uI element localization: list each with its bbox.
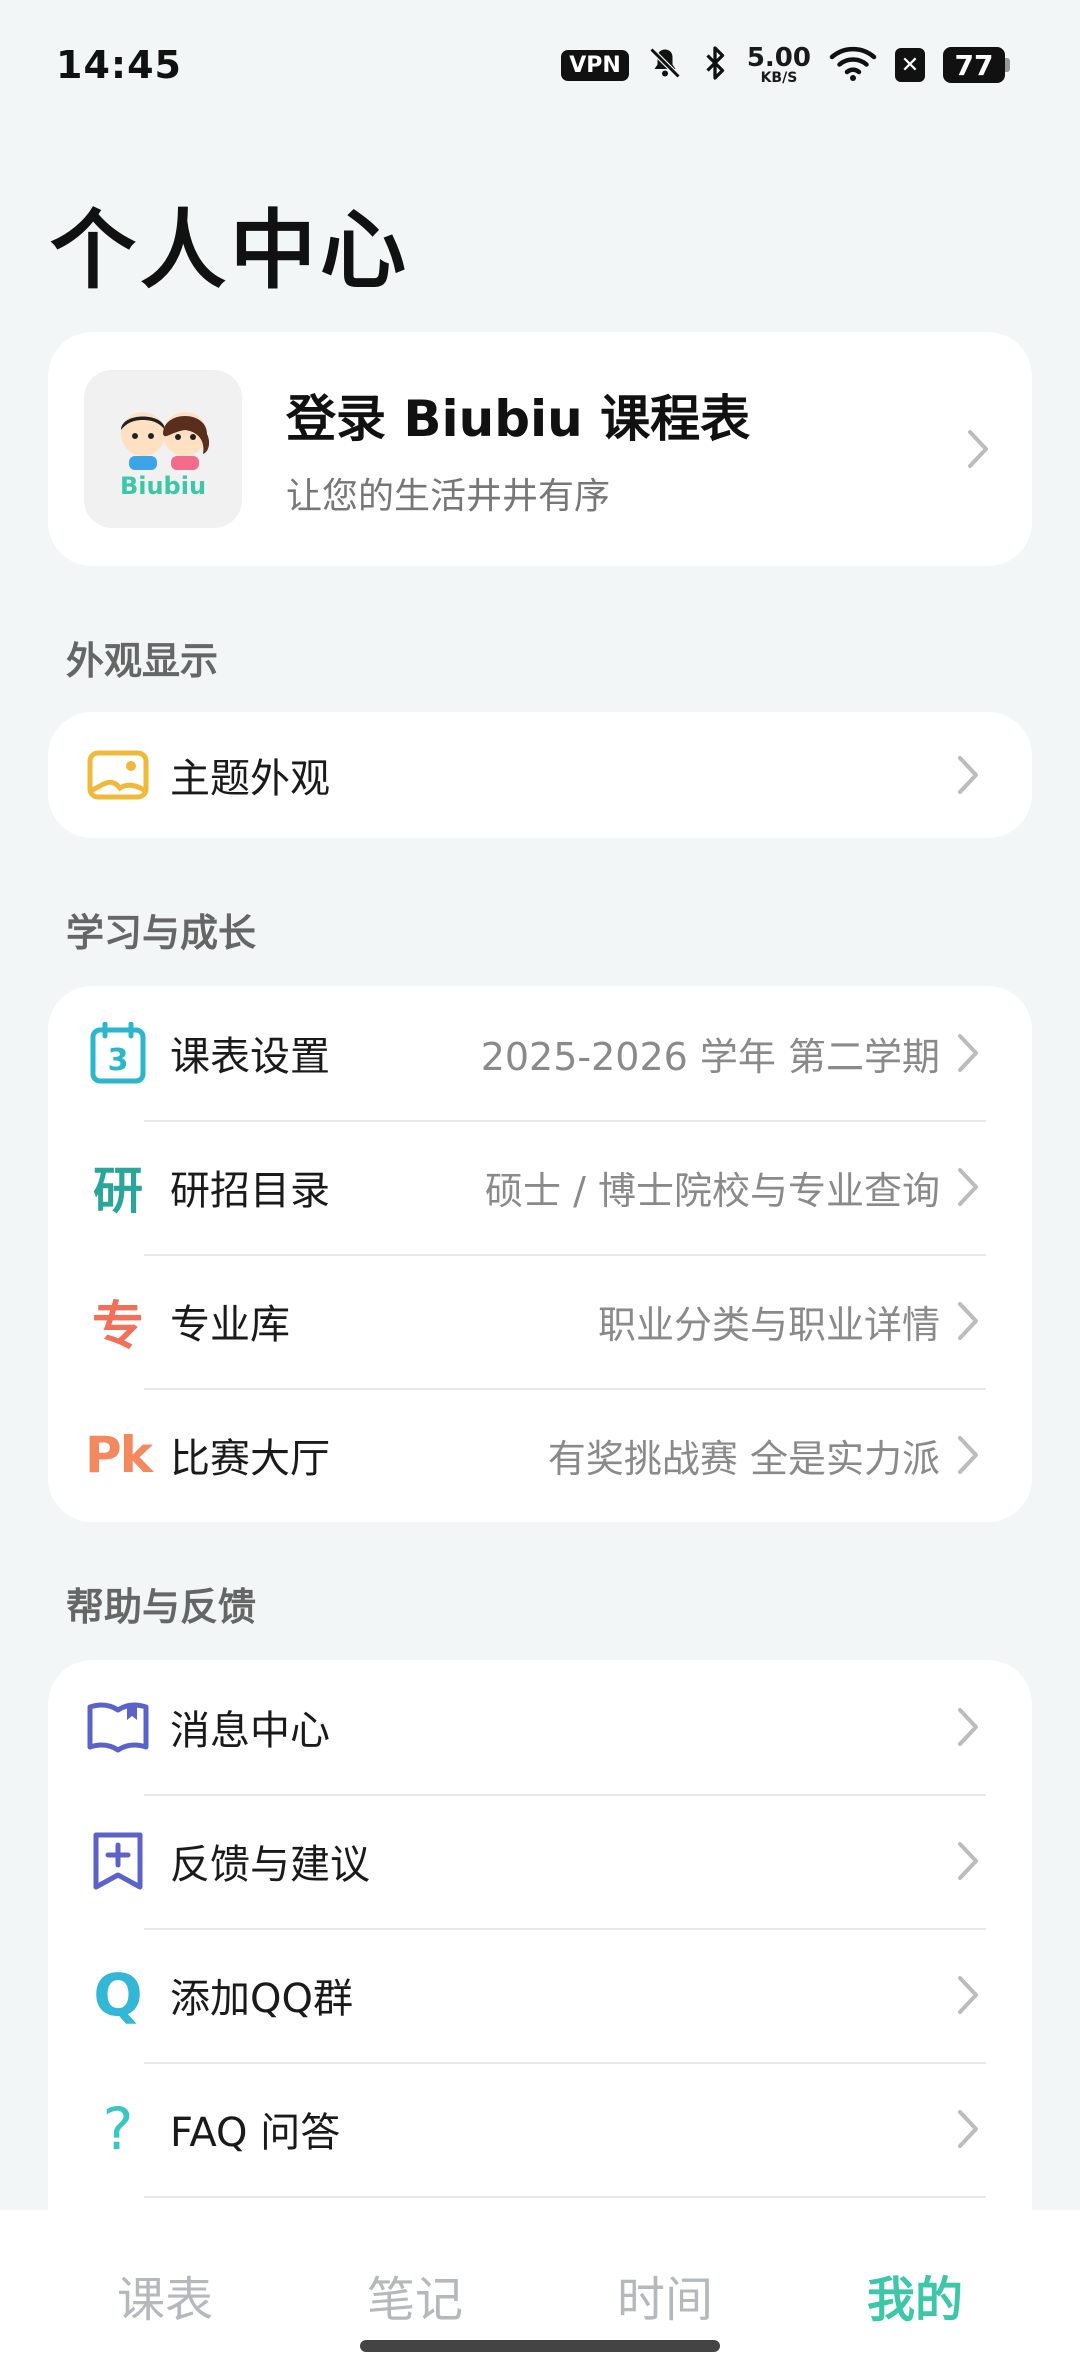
menu-label: 添加QQ群 — [170, 1976, 353, 2022]
chevron-right-icon — [950, 1034, 986, 1072]
vpn-badge: VPN — [561, 49, 629, 81]
section-label-study: 学习与成长 — [66, 911, 257, 955]
menu-value: 2025-2026 学年 第二学期 — [480, 1034, 940, 1079]
menu-label: 消息中心 — [170, 1708, 330, 1754]
wifi-icon — [829, 45, 877, 85]
login-subtitle: 让您的生活井井有序 — [286, 476, 611, 517]
chevron-right-icon — [950, 1976, 986, 2014]
nav-tab-schedule[interactable]: 课表 — [65, 2210, 265, 2376]
login-card[interactable]: Biubiu 登录 Biubiu 课程表 让您的生活井井有序 — [48, 332, 1032, 566]
menu-label: FAQ 问答 — [170, 2110, 341, 2156]
menu-item-faq[interactable]: ? FAQ 问答 — [86, 2062, 986, 2196]
chevron-right-icon — [950, 1436, 986, 1474]
status-icons: VPN 5.00 KB/S ✕ 77 — [561, 45, 1010, 85]
svg-text:3: 3 — [108, 1043, 129, 1078]
menu-item-schedule-settings[interactable]: 3 课表设置 2025-2026 学年 第二学期 — [86, 986, 986, 1120]
chevron-right-icon — [950, 2110, 986, 2148]
status-bar: 14:45 VPN 5.00 KB/S ✕ 77 — [0, 0, 1080, 130]
menu-label: 主题外观 — [170, 756, 330, 802]
study-card: 3 课表设置 2025-2026 学年 第二学期 研 研招目录 硕士 / 博士院… — [48, 986, 1032, 1522]
appearance-card: 主题外观 — [48, 712, 1032, 838]
book-icon — [86, 1695, 150, 1759]
yan-icon: 研 — [93, 1162, 143, 1220]
menu-item-graduate-catalog[interactable]: 研 研招目录 硕士 / 博士院校与专业查询 — [86, 1120, 986, 1254]
calendar-icon: 3 — [86, 1021, 150, 1085]
menu-label: 课表设置 — [170, 1034, 330, 1080]
qq-icon: Q — [93, 1961, 143, 2029]
chevron-right-icon — [950, 1302, 986, 1340]
login-text: 登录 Biubiu 课程表 让您的生活井井有序 — [286, 379, 960, 519]
profile-page: 14:45 VPN 5.00 KB/S ✕ 77 个人中心 Biubiu 登录 … — [0, 0, 1080, 2376]
menu-label: 反馈与建议 — [170, 1842, 370, 1888]
svg-text:Biubiu: Biubiu — [120, 472, 206, 500]
chevron-right-icon — [960, 430, 996, 468]
home-indicator[interactable] — [360, 2340, 720, 2352]
section-label-appearance: 外观显示 — [66, 639, 219, 683]
image-icon — [86, 743, 150, 807]
chevron-right-icon — [950, 1708, 986, 1746]
pk-icon: Pk — [85, 1426, 153, 1484]
login-title: 登录 Biubiu 课程表 — [286, 390, 751, 448]
menu-item-add-qq-group[interactable]: Q 添加QQ群 — [86, 1928, 986, 2062]
help-card: 消息中心 反馈与建议 Q 添加QQ群 ? FAQ 问答 — [48, 1660, 1032, 2220]
mute-bell-icon — [647, 45, 683, 85]
nav-tab-mine[interactable]: 我的 — [815, 2210, 1015, 2376]
chevron-right-icon — [950, 1168, 986, 1206]
battery-indicator: 77 — [943, 47, 1010, 83]
menu-item-feedback[interactable]: 反馈与建议 — [86, 1794, 986, 1928]
network-speed: 5.00 KB/S — [746, 43, 811, 86]
x-app-icon: ✕ — [895, 48, 925, 82]
menu-label: 专业库 — [170, 1302, 290, 1348]
menu-label: 比赛大厅 — [170, 1436, 330, 1482]
page-title: 个人中心 — [50, 201, 410, 301]
question-icon: ? — [102, 2095, 134, 2163]
menu-value: 职业分类与职业详情 — [597, 1302, 940, 1347]
chevron-right-icon — [950, 1842, 986, 1880]
section-label-help: 帮助与反馈 — [66, 1585, 257, 1629]
menu-item-message-center[interactable]: 消息中心 — [86, 1660, 986, 1794]
menu-value: 硕士 / 博士院校与专业查询 — [485, 1168, 940, 1213]
bookmark-plus-icon — [86, 1829, 150, 1893]
chevron-right-icon — [950, 756, 986, 794]
menu-item-theme[interactable]: 主题外观 — [86, 712, 986, 838]
zhuan-icon: 专 — [91, 1296, 144, 1357]
menu-item-competition-hall[interactable]: Pk 比赛大厅 有奖挑战赛 全是实力派 — [85, 1388, 986, 1522]
menu-value: 有奖挑战赛 全是实力派 — [547, 1436, 940, 1481]
menu-item-major-library[interactable]: 专 专业库 职业分类与职业详情 — [86, 1254, 986, 1388]
bluetooth-icon — [701, 45, 729, 85]
status-time: 14:45 — [56, 43, 182, 87]
app-logo-avatar: Biubiu — [84, 370, 242, 528]
menu-label: 研招目录 — [170, 1168, 330, 1214]
